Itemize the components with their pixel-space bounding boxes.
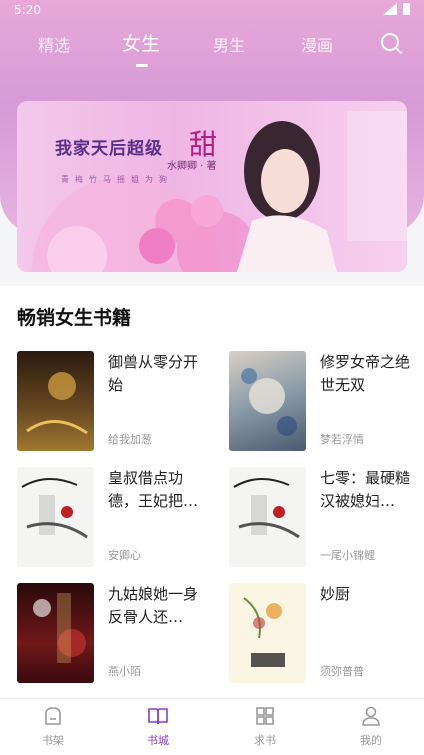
- book-author: 安卿心: [108, 549, 141, 562]
- nav-bookshelf-label: 书架: [42, 734, 64, 747]
- status-icons: [383, 3, 410, 15]
- category-tabs: 精选 女生 男生 漫画: [0, 28, 424, 62]
- book-author: 一尾小锦鲤: [320, 549, 375, 562]
- book-cover: [17, 467, 94, 567]
- book-cover: [17, 583, 94, 683]
- book-card[interactable]: 妙厨 须弥普普: [229, 583, 424, 683]
- book-author: 燕小陌: [108, 665, 141, 678]
- nav-request[interactable]: 求书: [235, 705, 295, 748]
- book-title: 九姑娘她一身反骨人还…: [108, 585, 199, 626]
- book-title: 御兽从零分开始: [108, 353, 199, 394]
- book-card[interactable]: 御兽从零分开始 给我加葱: [17, 351, 217, 451]
- nav-profile-label: 我的: [360, 734, 382, 747]
- book-card[interactable]: 修罗女帝之绝世无双 梦若浮情: [229, 351, 424, 451]
- tab-featured[interactable]: 精选: [38, 32, 70, 56]
- tab-male[interactable]: 男生: [213, 32, 245, 56]
- banner-author: 水卿卿 · 著: [167, 161, 217, 172]
- book-cover: [17, 351, 94, 451]
- book-open-icon: [148, 708, 168, 725]
- book-cover: [229, 583, 306, 683]
- book-title: 皇叔借点功德，王妃把…: [108, 469, 199, 510]
- battery-icon: [403, 3, 410, 15]
- book-title: 七零：最硬糙汉被媳妇…: [320, 469, 411, 510]
- status-bar: 5:20: [0, 0, 424, 22]
- book-cover: [229, 467, 306, 567]
- book-card[interactable]: 七零：最硬糙汉被媳妇… 一尾小锦鲤: [229, 467, 424, 567]
- book-card[interactable]: 皇叔借点功德，王妃把… 安卿心: [17, 467, 217, 567]
- book-author: 给我加葱: [108, 433, 152, 446]
- book-author: 须弥普普: [320, 665, 364, 678]
- search-icon[interactable]: [380, 32, 402, 54]
- user-icon: [362, 706, 380, 726]
- book-title: 妙厨: [320, 585, 351, 603]
- status-time: 5:20: [14, 3, 41, 17]
- tab-female[interactable]: 女生: [122, 29, 160, 56]
- nav-profile[interactable]: 我的: [341, 705, 401, 748]
- nav-bookstore[interactable]: 书城: [128, 705, 188, 748]
- active-tab-indicator: [136, 64, 148, 67]
- bookshelf-icon: [45, 707, 61, 725]
- book-author: 梦若浮情: [320, 433, 364, 446]
- bottom-nav: 书架 书城 求书 我的: [0, 698, 424, 755]
- main-content: 畅销女生书籍 御兽从零分开始 给我加葱 修罗女帝之绝世无双 梦若浮情 皇叔借点功…: [0, 286, 424, 698]
- section-title: 畅销女生书籍: [17, 307, 132, 329]
- banner-tagline: 青梅竹马摇姐为狗: [61, 175, 173, 184]
- book-cover: [229, 351, 306, 451]
- book-card[interactable]: 九姑娘她一身反骨人还… 燕小陌: [17, 583, 217, 683]
- promo-banner[interactable]: 我家天后超级 甜 水卿卿 · 著 青梅竹马摇姐为狗: [17, 101, 407, 272]
- grid-icon: [256, 707, 274, 725]
- signal-icon: [383, 3, 397, 15]
- nav-request-label: 求书: [254, 734, 276, 747]
- banner-title: 我家天后超级: [55, 139, 163, 159]
- nav-bookstore-label: 书城: [147, 734, 169, 747]
- tab-comics[interactable]: 漫画: [301, 32, 333, 56]
- nav-bookshelf[interactable]: 书架: [23, 705, 83, 748]
- book-title: 修罗女帝之绝世无双: [320, 353, 411, 394]
